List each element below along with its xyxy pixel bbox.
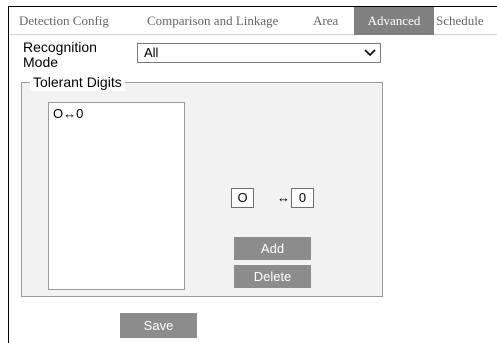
tab-detection-config[interactable]: Detection Config	[19, 7, 141, 35]
recognition-mode-select[interactable]: All	[137, 43, 381, 63]
target-char-input[interactable]: 0	[291, 188, 314, 208]
chevron-down-icon	[364, 49, 376, 57]
tolerant-digits-legend: Tolerant Digits	[30, 73, 125, 91]
tab-bar: Detection Config Comparison and Linkage …	[9, 7, 497, 35]
settings-panel: Detection Config Comparison and Linkage …	[8, 6, 497, 343]
delete-button[interactable]: Delete	[234, 265, 311, 288]
source-char-input[interactable]: O	[231, 188, 254, 208]
tolerant-digits-group: Tolerant Digits O↔0 O ↔ 0 Add Delete	[21, 73, 383, 297]
save-button[interactable]: Save	[120, 313, 197, 338]
tab-advanced[interactable]: Advanced	[354, 7, 434, 35]
swap-arrow-icon: ↔	[277, 190, 290, 205]
tab-area[interactable]: Area	[313, 7, 349, 35]
tab-schedule[interactable]: Schedule	[436, 7, 497, 35]
tab-comparison-and-linkage[interactable]: Comparison and Linkage	[147, 7, 305, 35]
tolerant-digits-list[interactable]: O↔0	[48, 102, 185, 290]
recognition-mode-value: All	[144, 45, 159, 60]
add-button[interactable]: Add	[234, 237, 311, 260]
recognition-mode-label: Recognition Mode	[23, 39, 97, 70]
list-item[interactable]: O↔0	[49, 103, 184, 122]
